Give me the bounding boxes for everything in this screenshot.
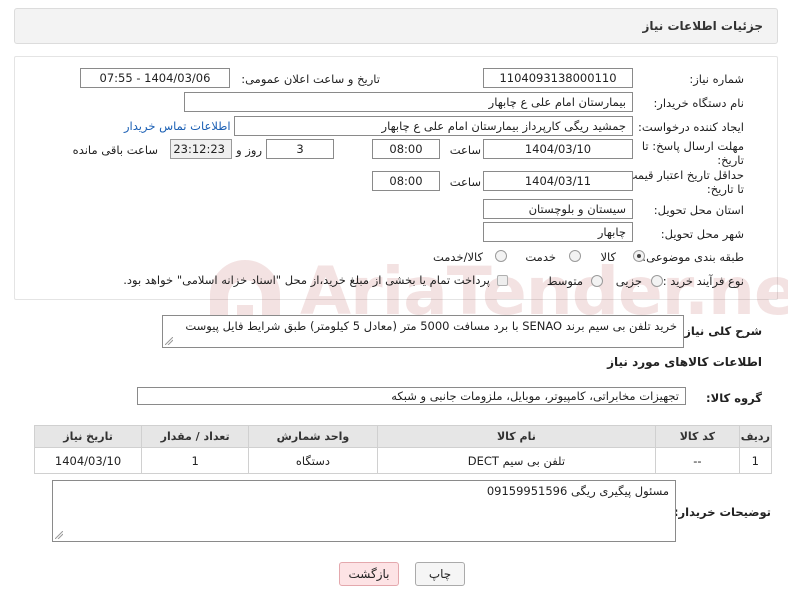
- goods-table-header: ردیف کد کالا نام کالا واحد شمارش تعداد /…: [33, 425, 773, 448]
- col-goods-code: کد کالا: [655, 425, 740, 448]
- buyer-notes-textarea[interactable]: مسئول پیگیری ریگی 09159951596: [52, 480, 676, 542]
- goods-table: ردیف کد کالا نام کالا واحد شمارش تعداد /…: [33, 425, 773, 474]
- category-option-service: خدمت: [525, 250, 556, 264]
- print-button[interactable]: چاپ: [415, 562, 465, 586]
- goods-section-title: اطلاعات کالاهای مورد نیاز: [607, 355, 762, 369]
- deadline-time-field[interactable]: 08:00: [372, 139, 440, 159]
- days-label: روز و: [236, 143, 262, 157]
- announce-label: تاریخ و ساعت اعلان عمومی:: [241, 72, 380, 86]
- creator-label: ایجاد کننده درخواست:: [638, 120, 744, 134]
- goods-group-label: گروه کالا:: [706, 391, 762, 405]
- cell-goods-code: --: [655, 447, 740, 474]
- need-number-field[interactable]: 1104093138000110: [483, 68, 633, 88]
- category-option-goods-service: کالا/خدمت: [432, 250, 483, 264]
- resize-grip-icon: [165, 337, 173, 345]
- col-row-number: ردیف: [738, 425, 773, 448]
- resize-grip-icon: [55, 531, 63, 539]
- cell-quantity: 1: [141, 447, 250, 474]
- need-number-label: شماره نیاز:: [689, 72, 744, 86]
- remaining-time-field: 23:12:23: [170, 139, 232, 159]
- announce-field[interactable]: 1404/03/06 - 07:55: [80, 68, 230, 88]
- cell-need-date: 1404/03/10: [33, 447, 143, 474]
- price-validity-label: حداقل تاریخ اعتبار قیمت:: [622, 168, 744, 182]
- price-validity-date-field[interactable]: 1404/03/11: [483, 171, 633, 191]
- price-validity-time-label: ساعت: [449, 175, 481, 189]
- back-button[interactable]: بازگشت: [339, 562, 399, 586]
- treasury-payment-checkbox[interactable]: [497, 275, 508, 286]
- goods-group-field[interactable]: تجهیزات مخابراتی، کامپیوتر، موبایل، ملزو…: [137, 387, 686, 405]
- category-label: طبقه بندی موضوعی:: [642, 250, 744, 264]
- page-header: جزئیات اطلاعات نیاز: [14, 8, 778, 44]
- process-radio-medium[interactable]: [591, 275, 603, 287]
- deadline-label-date: تاریخ:: [717, 153, 744, 167]
- buyer-notes-label: توضیحات خریدار:: [673, 505, 771, 519]
- process-option-medium: متوسط: [546, 274, 583, 288]
- cell-unit: دستگاه: [248, 447, 378, 474]
- summary-textarea[interactable]: خرید تلفن بی سیم برند SENAO با برد مسافت…: [162, 315, 684, 348]
- table-row: 1 -- تلفن بی سیم DECT دستگاه 1 1404/03/1…: [33, 447, 773, 474]
- province-field[interactable]: سیستان و بلوچستان: [483, 199, 633, 219]
- col-need-date: تاریخ نیاز: [33, 425, 143, 448]
- city-field[interactable]: چابهار: [483, 222, 633, 242]
- buyer-notes-text: مسئول پیگیری ریگی 09159951596: [486, 484, 669, 498]
- category-radio-goods[interactable]: [633, 250, 645, 262]
- creator-field[interactable]: جمشید ریگی کارپرداز بیمارستان امام علی ع…: [234, 116, 633, 136]
- process-label: نوع فرآیند خرید :: [662, 274, 744, 288]
- city-label: شهر محل تحویل:: [660, 227, 744, 241]
- cell-goods-name: تلفن بی سیم DECT: [376, 447, 657, 474]
- buyer-contact-link[interactable]: اطلاعات تماس خریدار: [124, 119, 231, 133]
- col-quantity: تعداد / مقدار: [141, 425, 250, 448]
- remaining-time-label: ساعت باقی مانده: [72, 143, 158, 157]
- price-validity-label-date: تا تاریخ:: [706, 182, 744, 196]
- buyer-org-field[interactable]: بیمارستان امام علی ع چابهار: [184, 92, 633, 112]
- summary-text: خرید تلفن بی سیم برند SENAO با برد مسافت…: [185, 319, 677, 333]
- treasury-payment-note: پرداخت تمام یا بخشی از مبلغ خرید،از محل …: [123, 273, 490, 287]
- col-unit: واحد شمارش: [248, 425, 378, 448]
- page-title: جزئیات اطلاعات نیاز: [642, 19, 763, 33]
- summary-label: شرح کلی نیاز:: [679, 324, 762, 338]
- deadline-time-label: ساعت: [449, 143, 481, 157]
- category-radio-goods-service[interactable]: [495, 250, 507, 262]
- price-validity-time-field[interactable]: 08:00: [372, 171, 440, 191]
- deadline-date-field[interactable]: 1404/03/10: [483, 139, 633, 159]
- col-goods-name: نام کالا: [376, 425, 657, 448]
- cell-row-number: 1: [738, 447, 773, 474]
- category-radio-service[interactable]: [569, 250, 581, 262]
- deadline-label: مهلت ارسال پاسخ: تا: [641, 139, 744, 153]
- province-label: استان محل تحویل:: [653, 203, 744, 217]
- process-option-minor: جزیی: [615, 274, 642, 288]
- buyer-org-label: نام دستگاه خریدار:: [653, 96, 744, 110]
- remaining-days-field[interactable]: 3: [266, 139, 334, 159]
- category-option-goods: کالا: [600, 250, 616, 264]
- process-radio-minor[interactable]: [651, 275, 663, 287]
